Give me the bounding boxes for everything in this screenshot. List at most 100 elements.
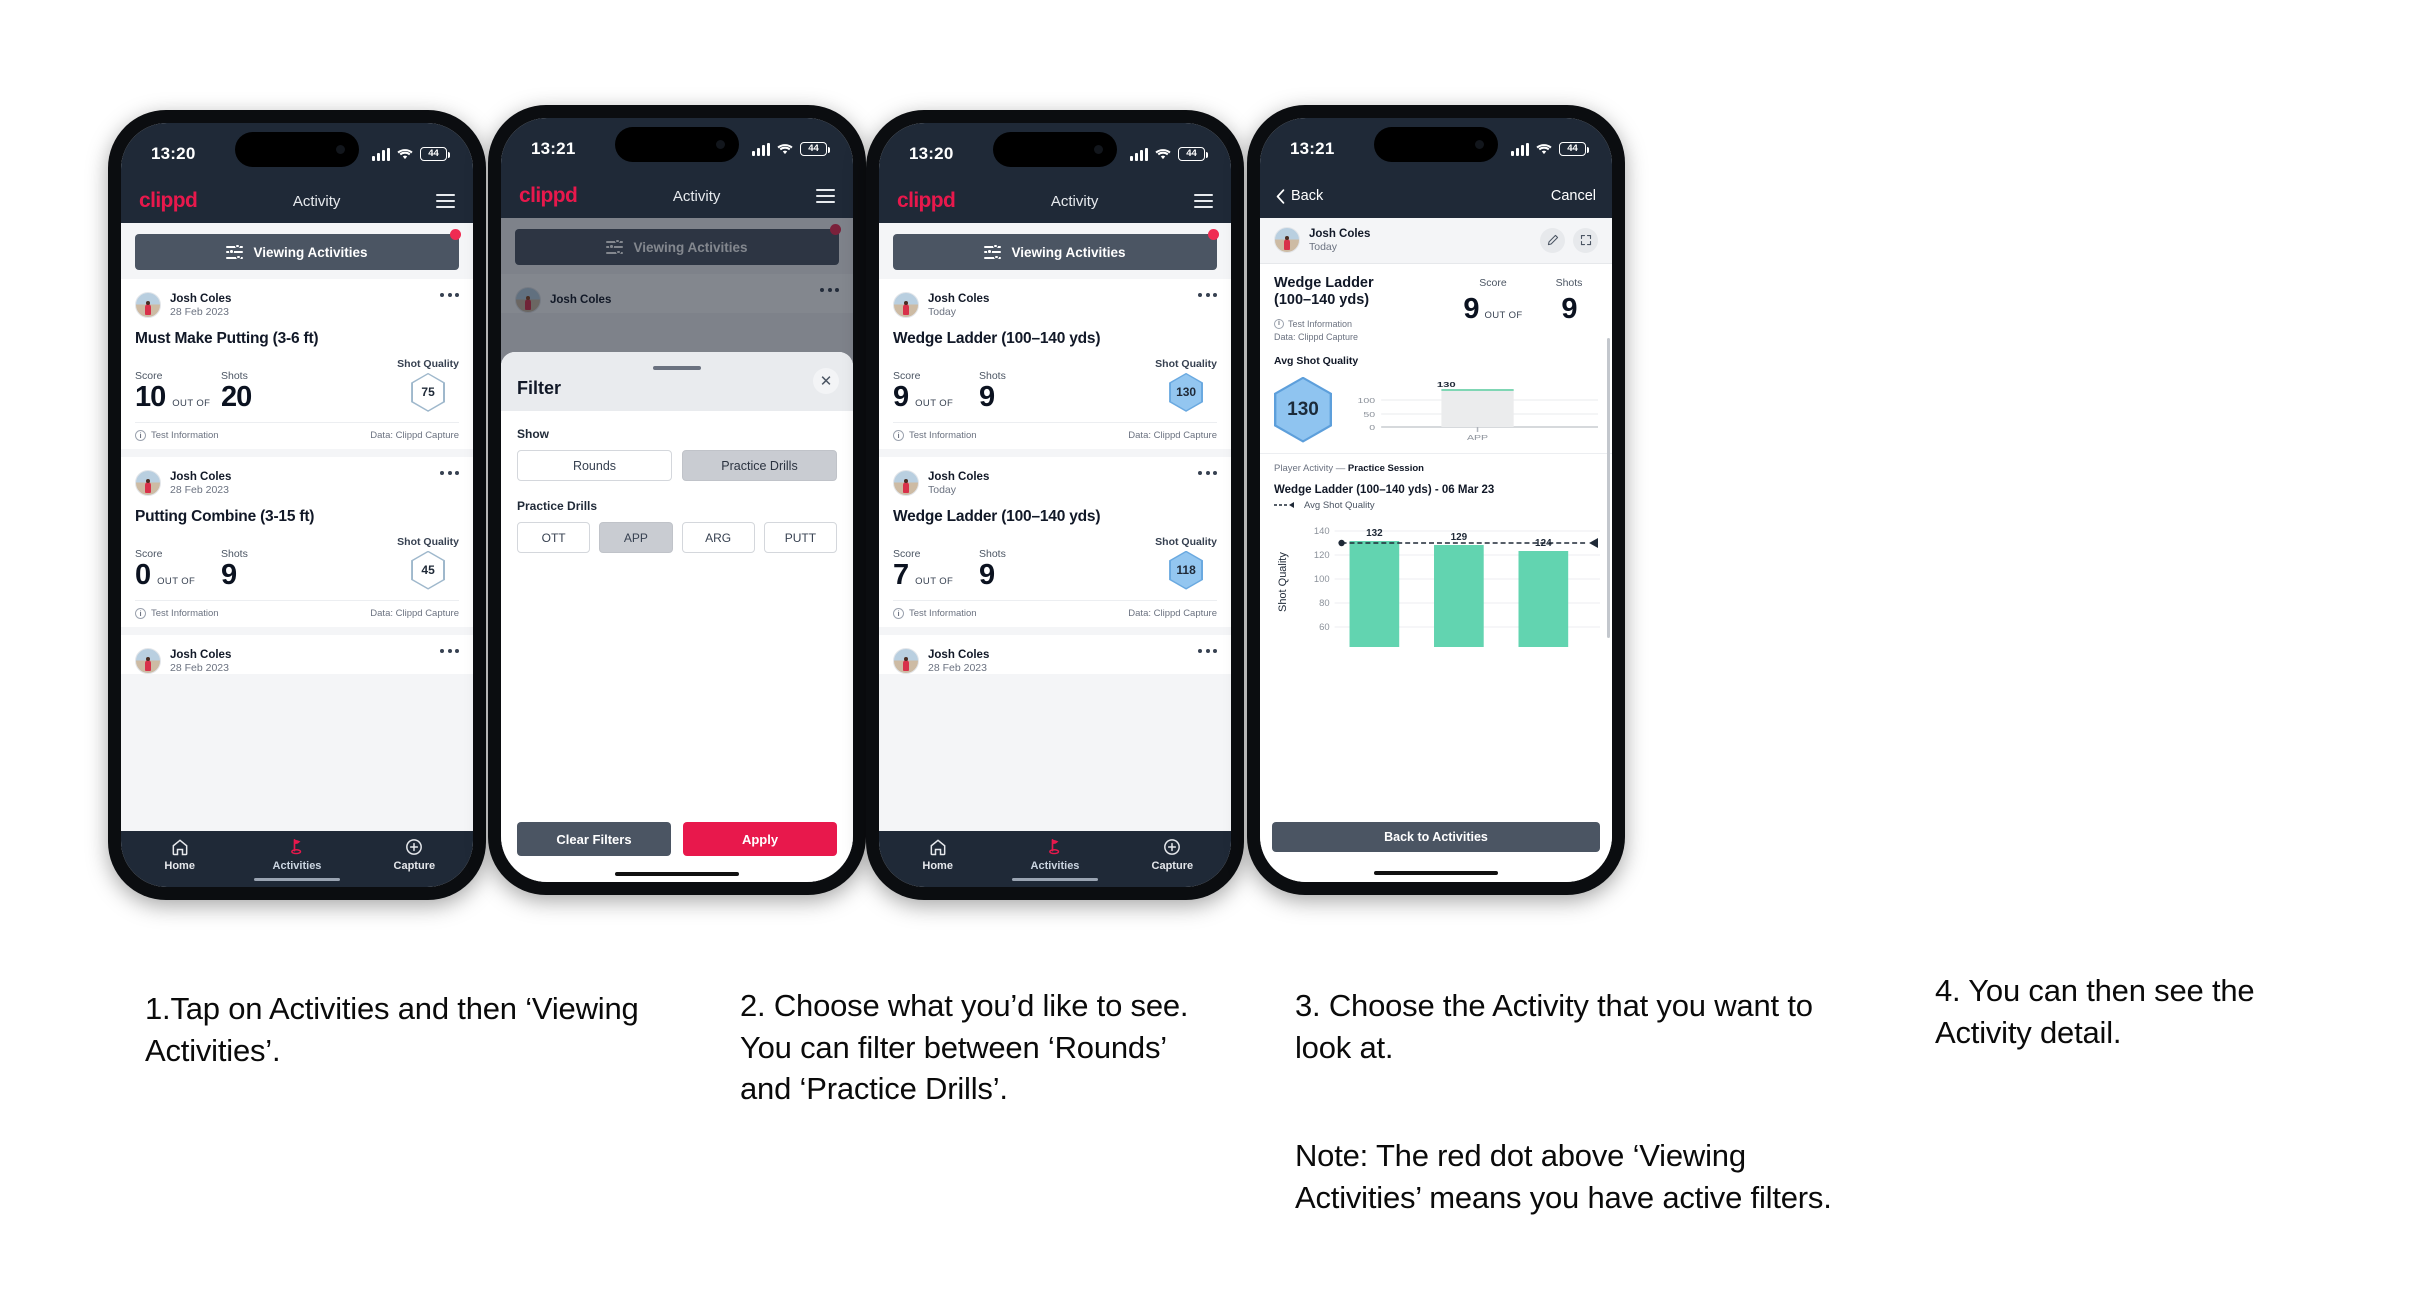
battery-icon: 44 — [800, 142, 830, 156]
card-header: Josh Coles 28 Feb 2023 — [135, 289, 459, 319]
detail-date: Today — [1309, 241, 1338, 254]
card-date: Today — [928, 306, 957, 319]
active-tab-indicator — [1012, 878, 1098, 881]
page-title: Activity — [672, 187, 721, 205]
activity-card-partial[interactable]: Josh Coles 28 Feb 2023 — [121, 634, 473, 675]
cancel-button[interactable]: Cancel — [1551, 188, 1596, 204]
drill-option-putt[interactable]: PUTT — [763, 522, 837, 553]
pencil-glyph — [1547, 235, 1558, 246]
card-more-icon[interactable] — [1198, 470, 1217, 475]
drill-option-app[interactable]: APP — [599, 522, 673, 553]
card-more-icon[interactable] — [440, 470, 459, 475]
info-icon: i — [893, 607, 904, 619]
pencil-icon[interactable] — [1540, 227, 1565, 253]
chart-legend-label: Avg Shot Quality — [1304, 499, 1375, 511]
activity-card-partial[interactable]: Josh Coles 28 Feb 2023 — [879, 634, 1231, 675]
svg-text:60: 60 — [1319, 622, 1330, 633]
caption-step-4: 4. You can then see the Activity detail. — [1935, 973, 2255, 1050]
back-to-activities-button[interactable]: Back to Activities — [1272, 822, 1600, 852]
clear-filters-button[interactable]: Clear Filters — [517, 822, 671, 856]
detail-out-of-label: OUT OF — [1484, 309, 1523, 321]
scrollbar-thumb[interactable] — [1607, 338, 1610, 638]
bottom-nav: Home Activities Capture — [121, 831, 473, 887]
show-option-practice-drills[interactable]: Practice Drills — [682, 450, 837, 481]
tab-capture[interactable]: Capture — [376, 837, 452, 872]
wifi-icon — [777, 143, 793, 154]
viewing-activities-button[interactable]: Viewing Activities — [135, 234, 459, 270]
tab-capture-label: Capture — [1151, 859, 1194, 872]
dynamic-island — [615, 127, 739, 162]
card-more-icon[interactable] — [1198, 293, 1217, 297]
tab-capture[interactable]: Capture — [1134, 837, 1210, 872]
apply-button[interactable]: Apply — [683, 822, 837, 856]
score-label: Score — [135, 547, 163, 560]
avg-shot-quality-hex: 130 — [1274, 376, 1332, 443]
card-header: Josh Coles Today — [893, 467, 1217, 497]
card-title: Wedge Ladder (100–140 yds) — [893, 329, 1101, 347]
detail-title-line1: Wedge Ladder — [1274, 274, 1374, 291]
activity-card[interactable]: Josh Coles Today Wedge Ladder (100–140 y… — [879, 279, 1231, 449]
tab-home[interactable]: Home — [900, 837, 976, 872]
battery-icon: 44 — [1559, 142, 1589, 156]
activity-card[interactable]: Josh Coles 28 Feb 2023 Putting Combine (… — [121, 456, 473, 627]
close-icon[interactable]: ✕ — [813, 368, 839, 394]
activity-list: Viewing Activities Josh Coles 28 Feb 202… — [121, 223, 473, 831]
card-more-icon[interactable] — [1198, 648, 1217, 653]
battery-icon: 44 — [420, 147, 450, 161]
app-header: clippd Activity — [501, 174, 853, 218]
filter-sliders-icon — [984, 243, 1002, 260]
avg-shot-quality-section: 130 130 100 50 0 APP — [1260, 370, 1612, 454]
back-button[interactable]: Back — [1276, 188, 1323, 204]
card-more-icon[interactable] — [440, 648, 459, 653]
drill-option-ott[interactable]: OTT — [517, 522, 591, 553]
activity-card[interactable]: Josh Coles Today Wedge Ladder (100–140 y… — [879, 456, 1231, 627]
activity-card[interactable]: Josh Coles 28 Feb 2023 Must Make Putting… — [121, 279, 473, 449]
shots-label: Shots — [979, 369, 1006, 382]
viewing-activities-label: Viewing Activities — [1011, 244, 1126, 260]
tab-home[interactable]: Home — [142, 837, 218, 872]
back-label: Back — [1291, 188, 1324, 204]
drag-handle[interactable] — [653, 366, 701, 370]
page-title: Activity — [292, 192, 341, 210]
out-of-label: OUT OF — [172, 397, 211, 409]
data-source-label: Data: Clippd Capture — [1128, 607, 1217, 619]
show-group-label: Show — [517, 427, 549, 441]
menu-icon[interactable] — [436, 194, 455, 208]
caption-step-3-note: Note: The red dot above ‘Viewing Activit… — [1295, 1138, 1832, 1215]
phone-activity-detail: 13:21 44 Back Cancel Josh Coles Today We… — [1247, 105, 1625, 895]
screen: 13:20 44 clippd Activity Viewing Activit… — [879, 123, 1231, 887]
app-header: clippd Activity — [121, 179, 473, 223]
tab-home-label: Home — [164, 859, 195, 872]
card-user-name: Josh Coles — [170, 470, 232, 483]
show-option-rounds[interactable]: Rounds — [517, 450, 672, 481]
detail-summary: Wedge Ladder (100–140 yds) i Test Informa… — [1260, 263, 1612, 355]
tutorial-board: 13:20 44 clippd Activity Viewing Activit… — [0, 0, 2423, 1303]
detail-shots-value: 9 — [1561, 292, 1577, 325]
cellular-icon — [752, 142, 770, 156]
data-source-label: Data: Clippd Capture — [370, 607, 459, 619]
card-title: Wedge Ladder (100–140 yds) — [893, 507, 1101, 525]
cellular-icon — [1130, 147, 1148, 161]
shot-quality-value: 75 — [421, 385, 435, 400]
menu-icon[interactable] — [1194, 194, 1213, 208]
battery-level: 44 — [1186, 148, 1197, 160]
tab-activities[interactable]: Activities — [1017, 837, 1093, 872]
caption-step-1: 1.Tap on Activities and then ‘Viewing Ac… — [145, 991, 639, 1068]
tab-activities[interactable]: Activities — [259, 837, 335, 872]
expand-icon[interactable] — [1573, 227, 1598, 253]
bar-3 — [1518, 550, 1569, 647]
viewing-activities-button[interactable]: Viewing Activities — [893, 234, 1217, 270]
filter-sheet: Filter ✕ Show Rounds Practice Drills Pra… — [501, 352, 853, 882]
test-information-label: Test Information — [151, 607, 219, 619]
card-stats: Score 10 OUT OF Shots 20 Shot Quality 75 — [135, 350, 459, 422]
wifi-icon — [1536, 143, 1552, 154]
session-chart-title: Wedge Ladder (100–140 yds) - 06 Mar 23 — [1260, 477, 1612, 498]
detail-data-source: Data: Clippd Capture — [1274, 332, 1359, 343]
drill-option-arg[interactable]: ARG — [681, 522, 755, 553]
plus-circle-icon — [406, 838, 423, 855]
status-time: 13:20 — [909, 144, 954, 163]
card-more-icon[interactable] — [440, 293, 459, 297]
info-icon: i — [893, 429, 904, 441]
menu-icon[interactable] — [816, 189, 835, 203]
card-footer: i Test Information Data: Clippd Capture — [893, 421, 1217, 449]
